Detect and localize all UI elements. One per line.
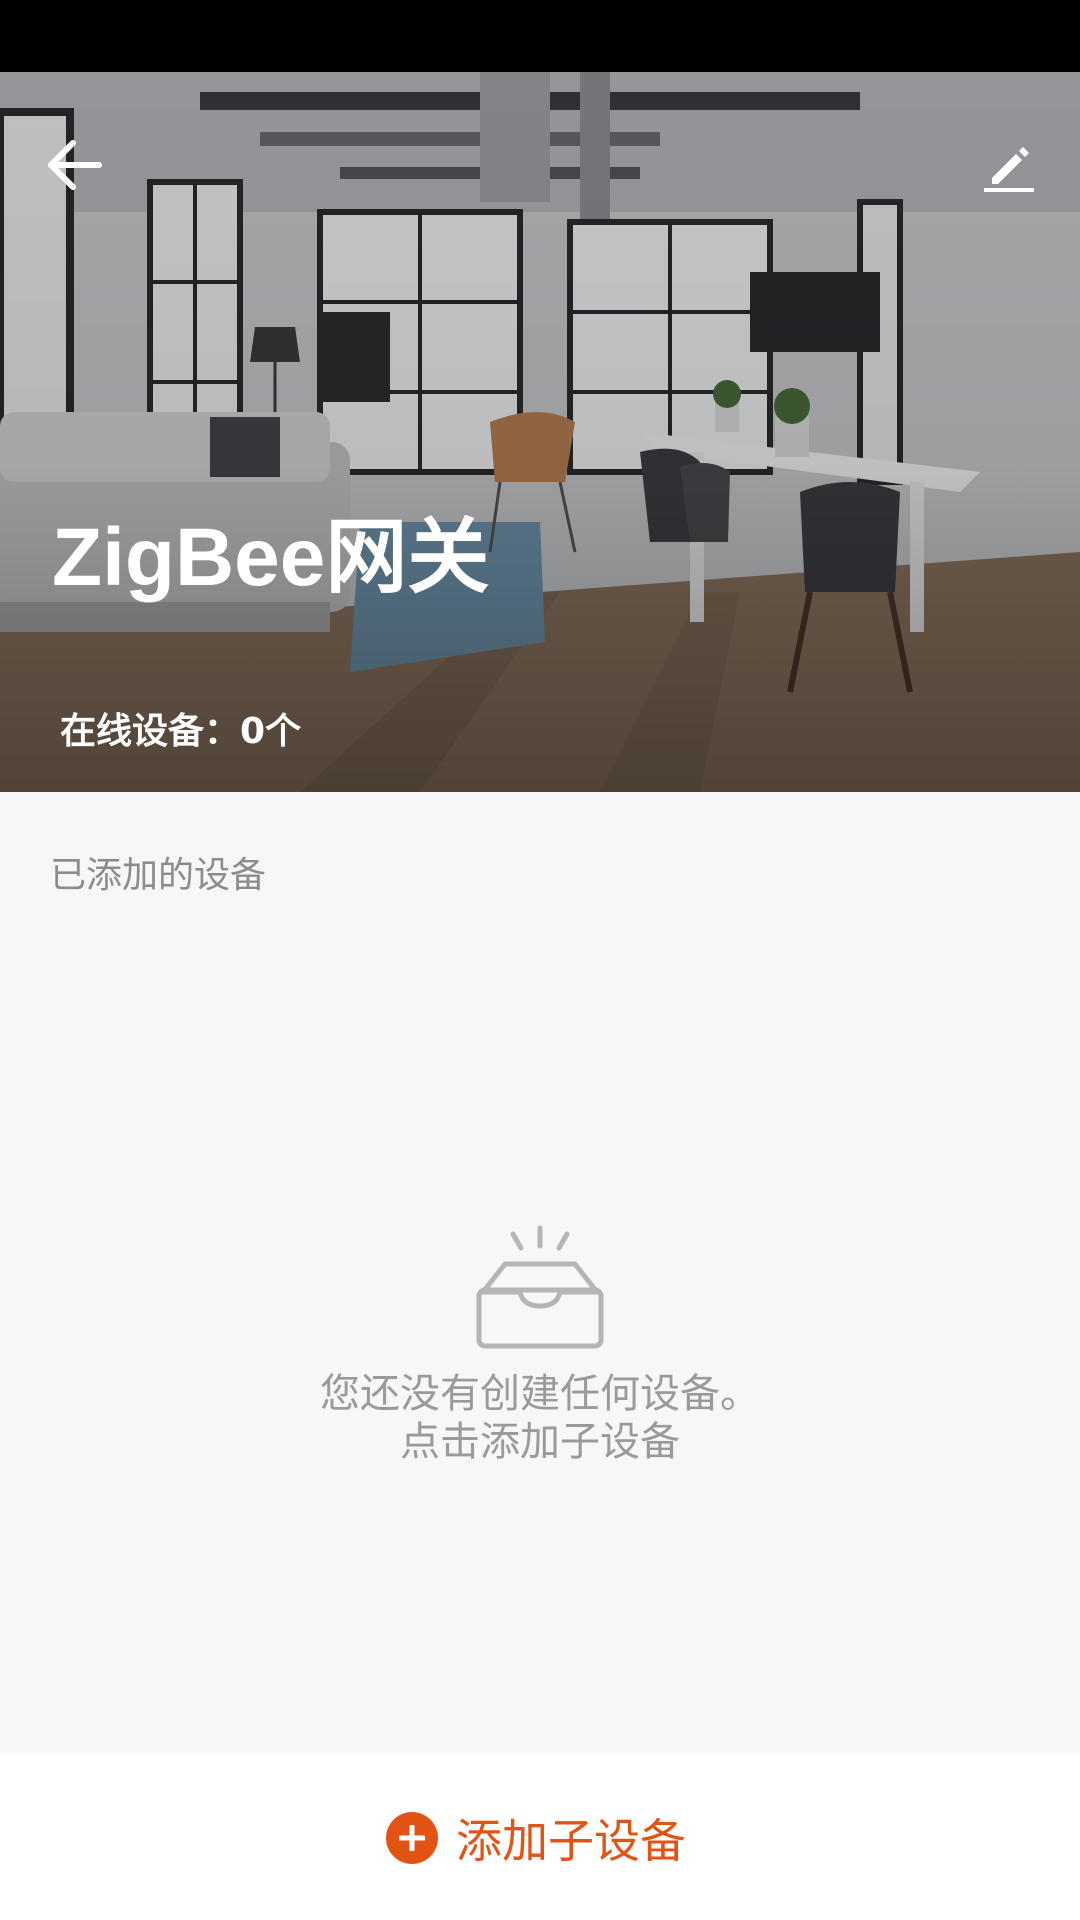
empty-inbox-icon bbox=[476, 1225, 604, 1349]
pencil-icon bbox=[984, 147, 1034, 192]
online-device-count: 在线设备：0个 bbox=[60, 711, 302, 752]
added-devices-section-title: 已添加的设备 bbox=[50, 855, 267, 896]
back-button[interactable] bbox=[34, 124, 116, 206]
empty-state: 您还没有创建任何设备。 点击添加子设备 bbox=[0, 1222, 1080, 1466]
image-overlay bbox=[0, 72, 1080, 792]
arrow-left-icon bbox=[48, 140, 102, 190]
edit-button[interactable] bbox=[968, 126, 1048, 206]
empty-message-line-1: 您还没有创建任何设备。 bbox=[320, 1371, 760, 1417]
empty-message-line-2: 点击添加子设备 bbox=[400, 1419, 680, 1465]
gateway-header: ZigBee网关 在线设备：0个 bbox=[0, 72, 1080, 792]
add-sub-device-button[interactable]: 添加子设备 bbox=[386, 1808, 686, 1868]
status-bar bbox=[0, 0, 1080, 72]
gateway-title: ZigBee网关 bbox=[52, 512, 490, 603]
plus-circle-icon bbox=[386, 1812, 438, 1864]
add-sub-device-label: 添加子设备 bbox=[456, 1814, 686, 1868]
